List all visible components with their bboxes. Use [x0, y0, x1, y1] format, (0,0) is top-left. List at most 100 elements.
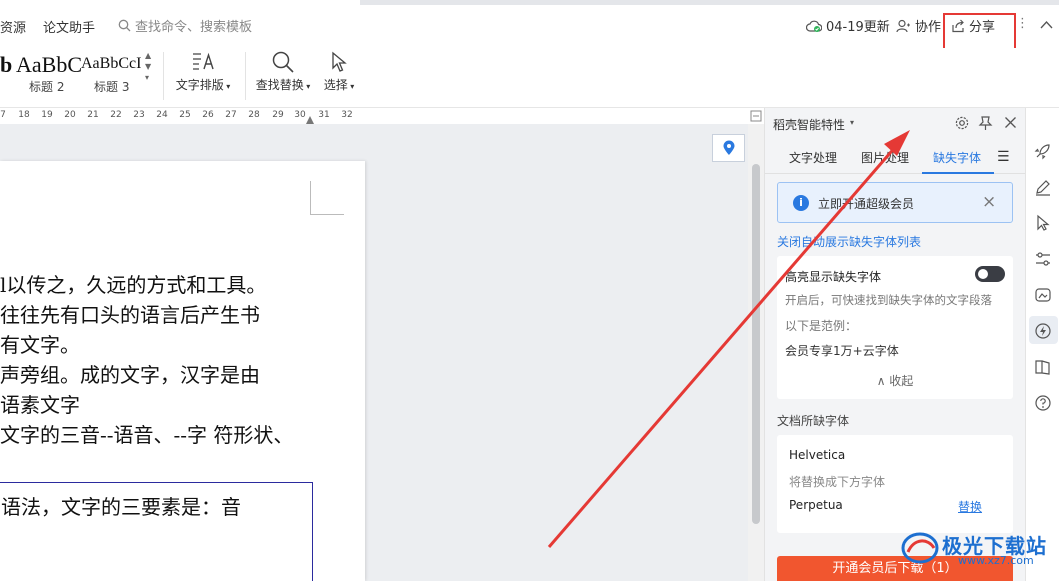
text-layout-button[interactable]: 文字排版 ▾	[172, 48, 234, 93]
wps-writer-window: 资源 论文助手 查找命令、搜索模板 04-19更新 协作 分享 ⋮ b AaBb…	[0, 0, 1059, 581]
update-label: 04-19更新	[826, 20, 890, 35]
menu-item-resources[interactable]: 资源	[0, 17, 26, 36]
smart-features-icon[interactable]	[1034, 322, 1052, 340]
ruler-tick: 19	[41, 110, 53, 120]
missing-font-card: Helvetica 将替换成下方字体 Perpetua 替换	[777, 435, 1013, 533]
search-placeholder: 查找命令、搜索模板	[135, 20, 253, 35]
info-icon: i	[793, 195, 809, 211]
example-label: 以下是范例：	[785, 319, 858, 333]
replacement-font-name: Perpetua	[789, 498, 843, 512]
magnifier-icon	[272, 51, 294, 73]
find-replace-button[interactable]: 查找替换 ▾	[253, 48, 313, 93]
cursor-icon[interactable]	[1034, 214, 1052, 232]
highlight-toggle[interactable]	[975, 266, 1005, 282]
text-box-line: 语法，文字的三要素是：音	[1, 495, 241, 519]
missing-font-name: Helvetica	[789, 448, 846, 462]
collapse-label: 收起	[889, 374, 914, 388]
smart-features-panel: 稻壳智能特性 ▾ 文字处理 图片处理 缺失字体 ☰ i 立即开通超级会员 × 关…	[764, 108, 1026, 581]
menu-item-paper-assistant[interactable]: 论文助手	[43, 17, 95, 36]
ribbon-toolbar: b AaBbC 标题 2 AaBbCcI 标题 3 ▲ ▼ ▾ 文字排版 ▾ 查找替…	[0, 48, 1059, 108]
scrollbar-thumb[interactable]	[752, 164, 760, 524]
ruler-tick: 23	[133, 110, 145, 120]
document-page[interactable]: l以传之，久远的方式和工具。 往往先有口头的语言后产生书 有文字。 声旁组。成的…	[0, 161, 365, 581]
replace-hint: 将替换成下方字体	[789, 475, 886, 489]
cloud-check-icon	[806, 20, 822, 32]
select-label: 选择	[323, 78, 348, 92]
menu-bar: 资源 论文助手 查找命令、搜索模板 04-19更新 协作 分享 ⋮	[0, 0, 1059, 74]
select-button[interactable]: 选择 ▾	[320, 48, 358, 93]
example-text: 会员专享1万+云字体	[785, 344, 899, 358]
text-layout-icon	[193, 52, 214, 70]
hamburger-menu-icon[interactable]: ☰	[997, 149, 1010, 165]
horizontal-ruler[interactable]: 7 18 19 20 21 22 23 24 25 26 27 28 29 30…	[0, 108, 748, 124]
style-preview-heading1[interactable]: b	[0, 52, 12, 78]
watermark-logo-icon	[901, 532, 939, 564]
vip-banner[interactable]: i 立即开通超级会员 ×	[777, 182, 1013, 223]
banner-close-icon[interactable]: ×	[982, 192, 996, 212]
more-icon[interactable]: ⋮	[1016, 16, 1029, 31]
ruler-tick: 28	[248, 110, 260, 120]
ruler-tick: 32	[341, 110, 353, 120]
rocket-icon[interactable]	[1034, 142, 1052, 160]
right-sidebar	[1025, 108, 1059, 581]
text-layout-label: 文字排版	[175, 78, 224, 92]
highlight-title: 高亮显示缺失字体	[785, 270, 882, 284]
command-search[interactable]: 查找命令、搜索模板	[118, 16, 252, 35]
site-watermark: 极光下载站 www.xz7.com	[898, 528, 1059, 568]
chevron-down-icon[interactable]: ▾	[850, 118, 854, 127]
style-preview-heading2[interactable]: AaBbC	[16, 52, 82, 78]
paragraph-line: 声旁组。成的文字，汉字是由	[0, 363, 260, 387]
collapse-button[interactable]: ∧ 收起	[777, 372, 1013, 389]
ruler-tick: 22	[110, 110, 122, 120]
replace-button[interactable]: 替换	[958, 498, 982, 515]
ruler-tick: 30	[294, 110, 306, 120]
active-tab-indicator	[922, 172, 994, 174]
update-indicator[interactable]: 04-19更新	[806, 16, 890, 35]
style-preview-heading3[interactable]: AaBbCcI	[81, 55, 141, 73]
ruler-tick: 24	[156, 110, 168, 120]
ruler-tick: 29	[272, 110, 284, 120]
ruler-tick: 7	[0, 110, 6, 120]
ruler-tick: 26	[202, 110, 214, 120]
panel-header: 稻壳智能特性 ▾	[765, 108, 1026, 142]
close-icon[interactable]	[1004, 116, 1017, 129]
collab-icon	[896, 19, 910, 32]
help-icon[interactable]	[1034, 394, 1052, 412]
chevron-up-icon: ∧	[876, 374, 890, 388]
panel-pin-icon[interactable]	[750, 110, 762, 122]
ruler-tick: 20	[64, 110, 76, 120]
tab-image-processing[interactable]: 图片处理	[861, 149, 909, 166]
image-tool-icon[interactable]	[1034, 286, 1052, 304]
book-icon[interactable]	[1034, 358, 1052, 376]
document-canvas: l以传之，久远的方式和工具。 往往先有口头的语言后产生书 有文字。 声旁组。成的…	[0, 110, 764, 581]
pen-icon[interactable]	[1034, 178, 1052, 196]
collab-label: 协作	[915, 20, 942, 35]
find-replace-label: 查找替换	[255, 78, 304, 92]
collab-button[interactable]: 协作	[896, 16, 941, 35]
cursor-arrow-icon	[332, 51, 347, 72]
highlight-card: 高亮显示缺失字体 开启后，可快速找到缺失字体的文字段落 以下是范例： 会员专享1…	[777, 256, 1013, 399]
tab-text-processing[interactable]: 文字处理	[789, 149, 837, 166]
style-gallery-scroller[interactable]: ▲ ▼ ▾	[145, 50, 151, 83]
paragraph-line: 语素文字	[0, 393, 80, 417]
ribbon-separator	[245, 52, 246, 100]
settings-gear-icon[interactable]	[954, 115, 970, 131]
ruler-tick: 27	[225, 110, 237, 120]
close-auto-list-link[interactable]: 关闭自动展示缺失字体列表	[777, 233, 921, 250]
title-strip	[360, 0, 1059, 5]
tab-missing-fonts[interactable]: 缺失字体	[933, 149, 981, 166]
sliders-icon[interactable]	[1034, 250, 1052, 268]
paragraph-line: l以传之，久远的方式和工具。	[0, 273, 267, 297]
chevron-up-icon[interactable]	[1040, 20, 1053, 29]
location-pin-icon	[723, 140, 734, 155]
panel-title[interactable]: 稻壳智能特性	[773, 116, 845, 133]
indent-marker[interactable]	[306, 116, 314, 124]
paragraph-line: 往往先有口头的语言后产生书	[0, 303, 260, 327]
text-box[interactable]: 语法，文字的三要素是：音	[0, 482, 313, 581]
pin-icon[interactable]	[978, 115, 993, 131]
panel-tabs: 文字处理 图片处理 缺失字体 ☰	[765, 144, 1026, 174]
location-button[interactable]	[712, 134, 745, 162]
ruler-tick: 31	[318, 110, 330, 120]
vip-banner-text[interactable]: 立即开通超级会员	[818, 195, 914, 212]
ruler-tick: 18	[18, 110, 30, 120]
